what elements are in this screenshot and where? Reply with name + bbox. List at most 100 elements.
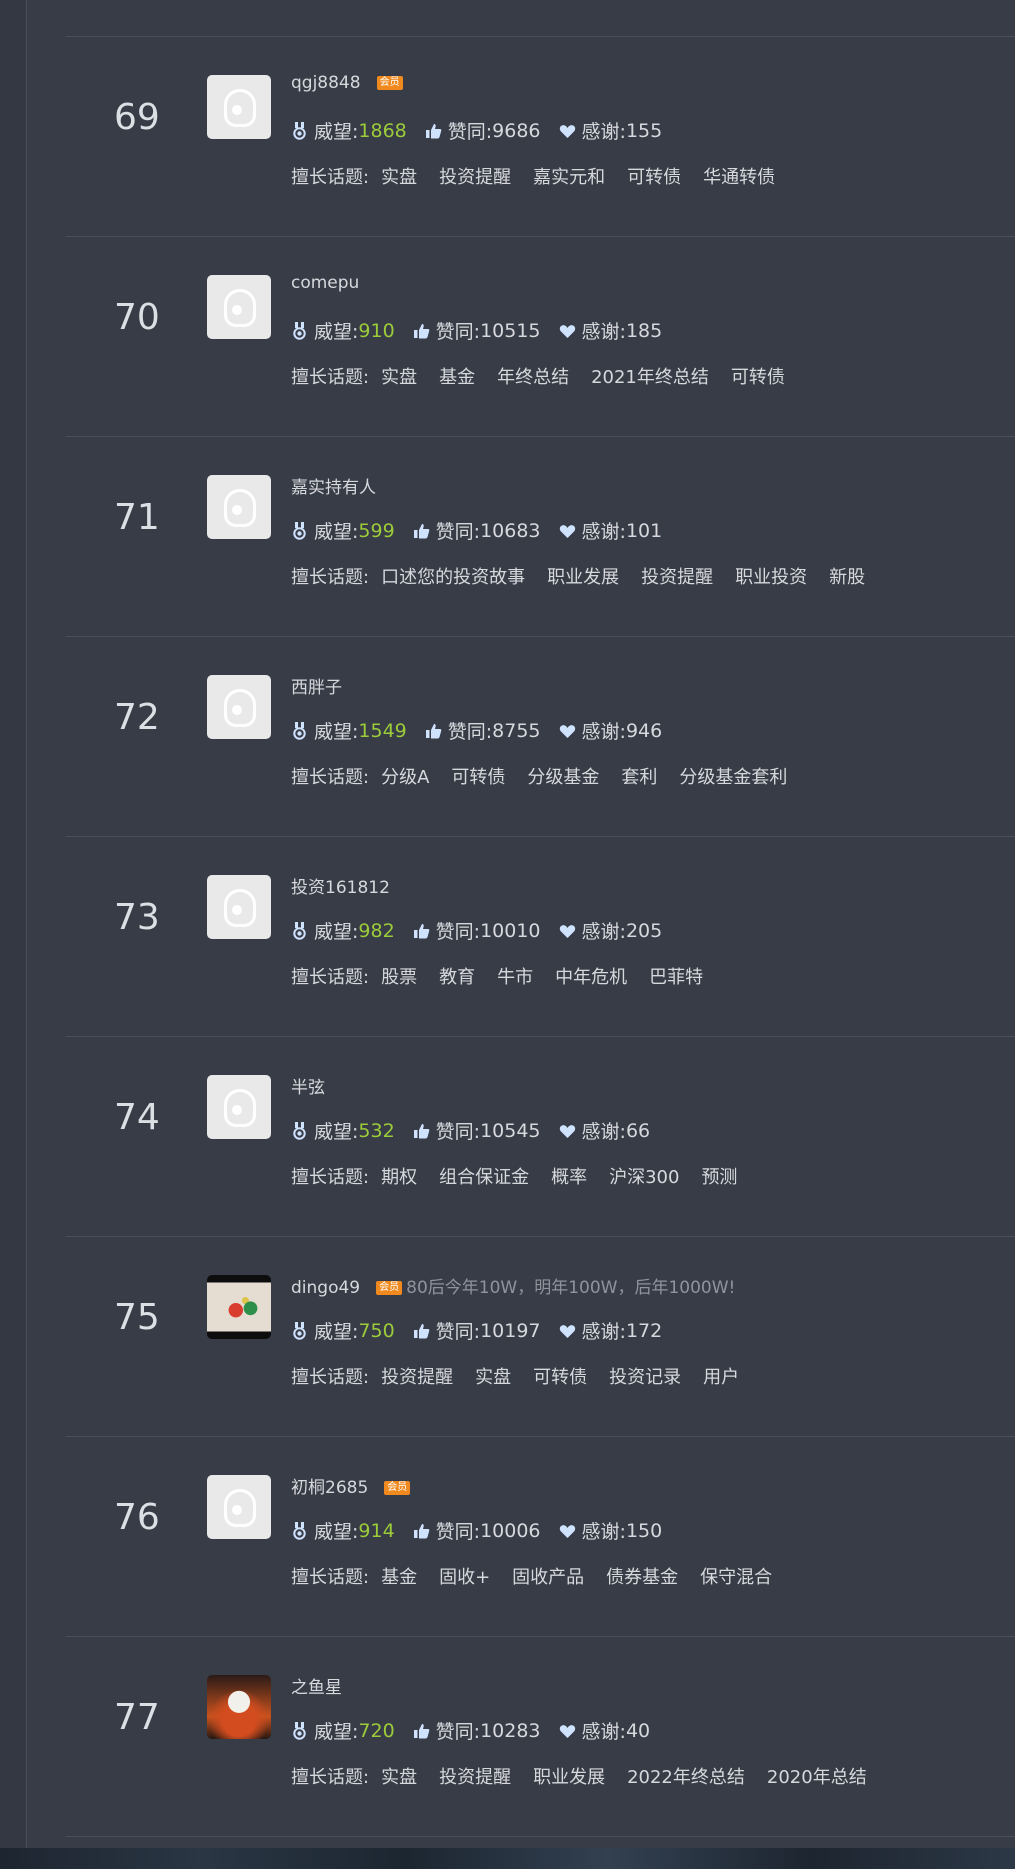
username-link[interactable]: comepu xyxy=(291,273,359,293)
topic-tag[interactable]: 分级基金套利 xyxy=(679,763,787,789)
username-link[interactable]: 投资161812 xyxy=(291,878,390,898)
topic-tag[interactable]: 套利 xyxy=(621,763,657,789)
username-link[interactable]: 之鱼星 xyxy=(291,1678,342,1698)
topic-tag[interactable]: 教育 xyxy=(439,963,475,989)
topic-tag[interactable]: 用户 xyxy=(703,1363,739,1389)
topic-tag[interactable]: 实盘 xyxy=(475,1363,511,1389)
topic-tag[interactable]: 年终总结 xyxy=(497,363,569,389)
topic-tag[interactable]: 投资提醒 xyxy=(439,1763,511,1789)
topic-tag[interactable]: 股票 xyxy=(381,963,417,989)
rank-number: 71 xyxy=(114,497,160,538)
topic-tag[interactable]: 口述您的投资故事 xyxy=(381,563,525,589)
topic-tag[interactable]: 期权 xyxy=(381,1163,417,1189)
heart-icon xyxy=(559,124,575,138)
avatar[interactable] xyxy=(207,75,271,139)
heart-icon xyxy=(559,1524,575,1538)
approve-stat: 赞同: 10515 xyxy=(413,317,541,344)
username-line: 嘉实持有人 xyxy=(291,473,376,498)
avatar[interactable] xyxy=(207,1475,271,1539)
topic-tag[interactable]: 职业投资 xyxy=(735,563,807,589)
medal-icon xyxy=(293,521,306,540)
topic-tags: 擅长话题: 期权 组合保证金 概率 沪深300 预测 xyxy=(291,1163,759,1189)
topic-tag[interactable]: 实盘 xyxy=(381,1763,417,1789)
prestige-stat: 威望: 599 xyxy=(291,517,395,544)
topic-tag[interactable]: 中年危机 xyxy=(555,963,627,989)
topic-tag[interactable]: 2021年终总结 xyxy=(591,363,709,389)
prestige-value: 910 xyxy=(358,319,395,342)
topic-tag[interactable]: 保守混合 xyxy=(700,1563,772,1589)
avatar[interactable] xyxy=(207,875,271,939)
avatar[interactable] xyxy=(207,675,271,739)
topic-tag[interactable]: 巴菲特 xyxy=(649,963,703,989)
avatar[interactable] xyxy=(207,1275,271,1339)
username-link[interactable]: 嘉实持有人 xyxy=(291,478,376,498)
topic-tag[interactable]: 固收+ xyxy=(439,1563,490,1589)
vip-badge: 会员 xyxy=(376,76,403,90)
approve-stat: 赞同: 9686 xyxy=(425,117,541,144)
topic-tag[interactable]: 实盘 xyxy=(381,363,417,389)
approve-label: 赞同: xyxy=(435,921,481,943)
topic-tag[interactable]: 分级基金 xyxy=(527,763,599,789)
thanks-stat: 感谢: 66 xyxy=(559,1117,650,1144)
topic-tag[interactable]: 职业发展 xyxy=(533,1763,605,1789)
topic-tag[interactable]: 基金 xyxy=(381,1563,417,1589)
leaderboard-row: 72 西胖子 威望: 1549 赞同: 8755 感谢: 946 擅长话题: 分… xyxy=(66,637,1015,837)
topic-tag[interactable]: 牛市 xyxy=(497,963,533,989)
topic-tag[interactable]: 职业发展 xyxy=(547,563,619,589)
topic-tag[interactable]: 组合保证金 xyxy=(439,1163,529,1189)
avatar[interactable] xyxy=(207,275,271,339)
user-stats: 威望: 1549 赞同: 8755 感谢: 946 xyxy=(291,717,680,744)
topic-tag[interactable]: 基金 xyxy=(439,363,475,389)
leaderboard-row: 73 投资161812 威望: 982 赞同: 10010 感谢: 205 擅长… xyxy=(66,837,1015,1037)
topic-tag[interactable]: 2020年总结 xyxy=(767,1763,867,1789)
username-link[interactable]: 初桐2685 xyxy=(291,1478,368,1498)
avatar[interactable] xyxy=(207,475,271,539)
heart-icon xyxy=(559,524,575,538)
thumbs-up-icon xyxy=(425,723,442,738)
topic-tag[interactable]: 实盘 xyxy=(381,163,417,189)
prestige-stat: 威望: 910 xyxy=(291,317,395,344)
thanks-stat: 感谢: 40 xyxy=(559,1717,650,1744)
topic-tag[interactable]: 固收产品 xyxy=(512,1563,584,1589)
topic-tag[interactable]: 嘉实元和 xyxy=(533,163,605,189)
topic-tag[interactable]: 2022年终总结 xyxy=(627,1763,745,1789)
username-link[interactable]: 半弦 xyxy=(291,1078,325,1098)
avatar[interactable] xyxy=(207,1075,271,1139)
prestige-stat: 威望: 1549 xyxy=(291,717,407,744)
rank-number: 73 xyxy=(114,897,160,938)
approve-stat: 赞同: 10683 xyxy=(413,517,541,544)
avatar[interactable] xyxy=(207,1675,271,1739)
thanks-value: 155 xyxy=(625,119,663,142)
user-stats: 威望: 914 赞同: 10006 感谢: 150 xyxy=(291,1517,680,1544)
topic-tag[interactable]: 新股 xyxy=(829,563,865,589)
topic-tag[interactable]: 分级A xyxy=(381,763,429,789)
heart-icon xyxy=(559,1124,575,1138)
topic-tags: 擅长话题: 实盘 投资提醒 职业发展 2022年终总结 2020年总结 xyxy=(291,1763,889,1789)
user-stats: 威望: 750 赞同: 10197 感谢: 172 xyxy=(291,1317,680,1344)
topic-tag[interactable]: 投资提醒 xyxy=(641,563,713,589)
user-stats: 威望: 910 赞同: 10515 感谢: 185 xyxy=(291,317,680,344)
topic-tag[interactable]: 投资提醒 xyxy=(381,1363,453,1389)
username-link[interactable]: dingo49 xyxy=(291,1278,360,1298)
topic-tag[interactable]: 投资提醒 xyxy=(439,163,511,189)
thumbs-up-icon xyxy=(413,323,429,338)
topic-tag[interactable]: 沪深300 xyxy=(609,1163,679,1189)
topic-tag[interactable]: 债券基金 xyxy=(606,1563,678,1589)
topic-tag[interactable]: 可转债 xyxy=(533,1363,587,1389)
topic-tag[interactable]: 可转债 xyxy=(451,763,505,789)
topic-tag[interactable]: 投资记录 xyxy=(609,1363,681,1389)
prestige-stat: 威望: 532 xyxy=(291,1117,395,1144)
topics-label: 擅长话题: xyxy=(291,1367,370,1388)
topic-tag[interactable]: 概率 xyxy=(551,1163,587,1189)
user-motto: 80后今年10W，明年100W，后年1000W! xyxy=(406,1278,736,1298)
topic-tags: 擅长话题: 投资提醒 实盘 可转债 投资记录 用户 xyxy=(291,1363,761,1389)
topic-tag[interactable]: 预测 xyxy=(701,1163,737,1189)
thanks-label: 感谢: xyxy=(581,1521,626,1543)
username-link[interactable]: 西胖子 xyxy=(291,678,342,698)
topic-tag[interactable]: 可转债 xyxy=(627,163,681,189)
topic-tag[interactable]: 华通转债 xyxy=(703,163,775,189)
approve-label: 赞同: xyxy=(435,1721,481,1743)
topic-tag[interactable]: 可转债 xyxy=(731,363,785,389)
username-link[interactable]: qgj8848 xyxy=(291,73,361,93)
thumbs-up-icon xyxy=(413,1723,429,1738)
